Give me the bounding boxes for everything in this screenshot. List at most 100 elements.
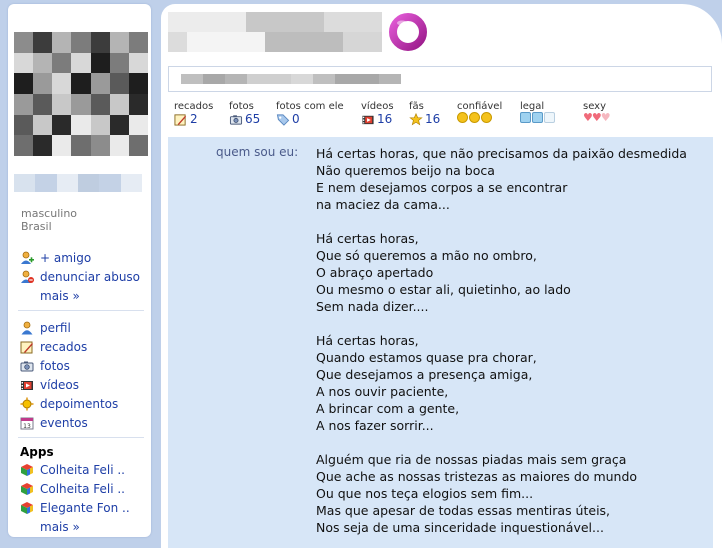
app-cube-icon [20, 482, 34, 496]
about-line: E nem desejamos corpos a se encontrar [316, 180, 568, 195]
stat-value: 0 [292, 112, 300, 126]
stat-recados[interactable]: recados 2 [174, 101, 213, 126]
about-blank-line [316, 315, 687, 332]
add-friend-label: + amigo [40, 251, 92, 265]
photo-icon [20, 359, 34, 373]
video-icon [20, 378, 34, 392]
about-line: Quando estamos quase pra chorar, [316, 350, 537, 365]
add-friend-icon [20, 251, 34, 265]
about-line: Há certas horas, [316, 333, 419, 348]
stat-label: vídeos [361, 101, 394, 112]
stat-label: recados [174, 101, 214, 112]
sidebar-item-videos[interactable]: vídeos [20, 377, 79, 393]
left-sidebar: masculino Brasil + amigo denunciar abuso… [8, 4, 151, 537]
add-friend-link[interactable]: + amigo [20, 250, 91, 266]
app-item-label: Colheita Feli .. [40, 482, 125, 496]
about-line: Sem nada dizer.... [316, 299, 429, 314]
heart-icon: ♥ [600, 111, 611, 124]
app-cube-icon [20, 501, 34, 515]
smiley-icon [469, 112, 480, 123]
calendar-icon: 13 [20, 416, 34, 430]
svg-text:13: 13 [23, 423, 31, 430]
profile-photo-pixelated[interactable] [14, 32, 148, 156]
apps-more-link[interactable]: mais » [40, 519, 80, 535]
tag-icon [276, 113, 290, 126]
app-item-label: Colheita Feli .. [40, 463, 125, 477]
app-item[interactable]: Colheita Feli .. [20, 481, 125, 497]
sidebar-item-fotos[interactable]: fotos [20, 358, 70, 374]
scrapbook-icon [174, 113, 188, 126]
profile-main: recados 2 fotos 65 fotos com ele 0 vídeo… [161, 4, 722, 548]
profile-meta: masculino Brasil [21, 207, 77, 233]
stat-sexy: sexy ♥ ♥ ♥ [583, 101, 611, 124]
stat-label: fotos [229, 101, 254, 112]
stat-label: fotos com ele [276, 101, 344, 112]
about-section: quem sou eu: Há certas horas, que não pr… [168, 137, 713, 548]
about-line: Não queremos beijo na boca [316, 163, 495, 178]
about-line: Que desejamos a presença amiga, [316, 367, 533, 382]
stat-legal: legal [520, 101, 556, 123]
app-item-label: Elegante Fon .. [40, 501, 130, 515]
status-text-pixelated [181, 74, 401, 84]
stat-value: 2 [190, 112, 198, 126]
stat-label: legal [520, 101, 545, 112]
sidebar-item-label: perfil [40, 321, 71, 335]
photo-icon [229, 113, 243, 126]
country-text: Brasil [21, 220, 52, 233]
sidebar-item-depoimentos[interactable]: depoimentos [20, 396, 118, 412]
cool-rating [520, 112, 556, 123]
actions-more-link[interactable]: mais » [40, 288, 80, 304]
stat-fas[interactable]: fãs 16 [409, 101, 440, 126]
sidebar-item-label: vídeos [40, 378, 80, 392]
testimonial-icon [20, 397, 34, 411]
about-line: na maciez da cama... [316, 197, 450, 212]
stat-value: 16 [425, 112, 441, 126]
report-icon [20, 270, 34, 284]
about-line: Alguém que ria de nossas piadas mais sem… [316, 452, 627, 467]
about-line: Há certas horas, [316, 231, 419, 246]
about-line: A brincar com a gente, [316, 401, 460, 416]
about-line: Que ache as nossas tristezas as maiores … [316, 469, 638, 484]
gender-text: masculino [21, 207, 78, 220]
divider [18, 310, 144, 311]
apps-heading: Apps [20, 445, 54, 459]
stat-value: 16 [377, 112, 393, 126]
divider [18, 437, 144, 438]
stat-fotos-com-ele[interactable]: fotos com ele 0 [276, 101, 344, 126]
sidebar-item-perfil[interactable]: perfil [20, 320, 71, 336]
about-line: Nos seja de uma sinceridade inquestionáv… [316, 520, 604, 535]
user-icon [20, 321, 34, 335]
sidebar-item-eventos[interactable]: 13 eventos [20, 415, 88, 431]
about-label: quem sou eu: [216, 145, 299, 159]
status-message-box [168, 66, 712, 92]
about-line: Ou que nos teça elogios sem fim... [316, 486, 534, 501]
ice-cube-icon [520, 112, 531, 123]
sidebar-item-label: fotos [40, 359, 70, 373]
about-line: Que só queremos a mão no ombro, [316, 248, 537, 263]
smiley-icon [481, 112, 492, 123]
about-line: A nos fazer sorrir... [316, 418, 434, 433]
sexy-rating: ♥ ♥ ♥ [583, 111, 611, 124]
orkut-logo-icon [388, 12, 428, 52]
about-line: O abraço apertado [316, 265, 434, 280]
app-cube-icon [20, 463, 34, 477]
app-item[interactable]: Colheita Feli .. [20, 462, 125, 478]
stat-confiavel: confiável [457, 101, 502, 123]
about-line: A nos ouvir paciente, [316, 384, 449, 399]
trust-rating [457, 112, 502, 123]
star-icon [409, 112, 423, 126]
about-text: Há certas horas, que não precisamos da p… [316, 145, 687, 536]
video-icon [361, 113, 375, 126]
report-abuse-label: denunciar abuso [40, 270, 141, 284]
smiley-icon [457, 112, 468, 123]
app-item[interactable]: Elegante Fon .. [20, 500, 130, 516]
sidebar-item-label: eventos [40, 416, 88, 430]
report-abuse-link[interactable]: denunciar abuso [20, 269, 140, 285]
profile-stats: recados 2 fotos 65 fotos com ele 0 vídeo… [174, 101, 714, 127]
sidebar-item-recados[interactable]: recados [20, 339, 87, 355]
about-line: Mas que apesar de todas essas mentiras ú… [316, 503, 611, 518]
about-line: Ou mesmo o estar ali, quietinho, ao lado [316, 282, 571, 297]
stat-videos[interactable]: vídeos 16 [361, 101, 394, 126]
stat-fotos[interactable]: fotos 65 [229, 101, 260, 126]
stat-label: confiável [457, 101, 503, 112]
